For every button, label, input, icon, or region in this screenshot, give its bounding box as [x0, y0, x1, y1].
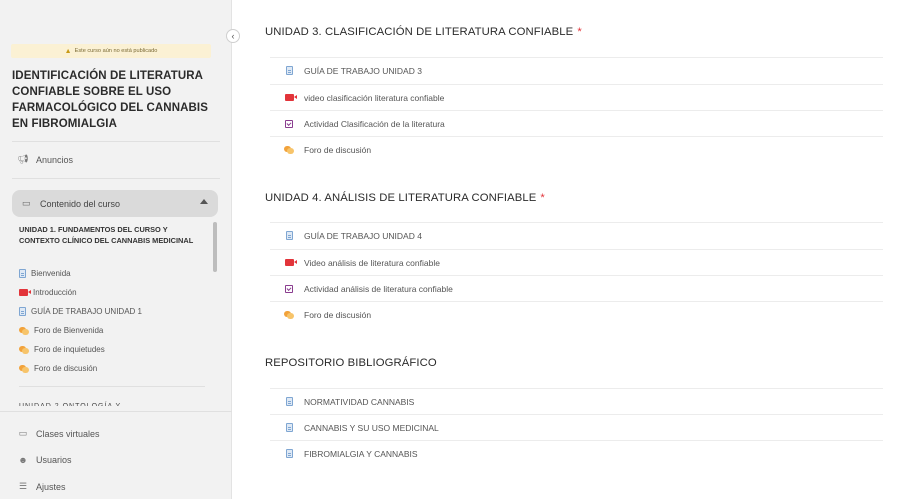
sidebar-subitem-label: GUÍA DE TRABAJO UNIDAD 1 — [31, 307, 142, 316]
repository-title-text: REPOSITORIO BIBLIOGRÁFICO — [265, 357, 437, 369]
list-item[interactable]: Video análisis de literatura confiable — [270, 249, 883, 275]
forum-icon — [19, 345, 29, 354]
list-item-label: GUÍA DE TRABAJO UNIDAD 3 — [304, 65, 422, 76]
document-icon — [285, 231, 293, 240]
activity-icon — [285, 119, 293, 128]
unit3-title-text: UNIDAD 3. CLASIFICACIÓN DE LITERATURA CO… — [265, 26, 574, 38]
forum-icon — [19, 364, 29, 373]
megaphone-icon: 📢︎ — [17, 154, 29, 164]
sliders-icon: ☰ — [18, 481, 28, 491]
unpublished-notice-text: Este curso aún no está publicado — [74, 48, 158, 54]
course-title: IDENTIFICACIÓN DE LITERATURA CONFIABLE S… — [12, 70, 208, 130]
list-item-label: video clasificación literatura confiable — [304, 92, 445, 103]
repository-title: REPOSITORIO BIBLIOGRÁFICO — [265, 357, 437, 369]
required-mark: * — [540, 192, 545, 204]
list-item[interactable]: video clasificación literatura confiable — [270, 84, 883, 110]
activity-icon — [285, 284, 293, 293]
divider — [12, 178, 220, 179]
list-item-label: GUÍA DE TRABAJO UNIDAD 4 — [304, 230, 422, 241]
forum-icon — [284, 145, 294, 154]
sidebar-subitem-bienvenida[interactable]: Bienvenida — [19, 269, 71, 278]
unpublished-notice: ▲ Este curso aún no está publicado — [11, 44, 211, 58]
document-icon — [19, 307, 26, 316]
list-item[interactable]: NORMATIVIDAD CANNABIS — [270, 388, 883, 414]
document-icon — [285, 423, 293, 432]
sidebar-subitem-label: Foro de Bienvenida — [34, 326, 104, 335]
list-item-label: Actividad Clasificación de la literatura — [304, 118, 445, 129]
sidebar-item-label: Ajustes — [36, 481, 66, 492]
required-mark: * — [577, 26, 582, 38]
sidebar-item-course-content[interactable]: ▭ Contenido del curso — [12, 190, 218, 217]
list-item[interactable]: Actividad análisis de literatura confiab… — [270, 275, 883, 301]
list-item[interactable]: Actividad Clasificación de la literatura — [270, 110, 883, 136]
list-item-label: Video análisis de literatura confiable — [304, 257, 440, 268]
list-item-label: CANNABIS Y SU USO MEDICINAL — [304, 422, 439, 433]
list-item-label: NORMATIVIDAD CANNABIS — [304, 396, 415, 407]
unit4-title: UNIDAD 4. ANÁLISIS DE LITERATURA CONFIAB… — [265, 192, 545, 204]
users-icon: ☻ — [18, 455, 28, 465]
list-item[interactable]: Foro de discusión — [270, 301, 883, 327]
video-icon — [19, 289, 31, 296]
document-icon — [285, 397, 293, 406]
unit2-title-partial[interactable]: UNIDAD 2 ONTOLOGÍA Y ... — [19, 401, 133, 406]
sidebar-scrollbar[interactable] — [213, 222, 217, 272]
chat-bubble-icon: ▭ — [22, 198, 31, 208]
sidebar-item-label: Usuarios — [36, 455, 72, 465]
list-item-label: FIBROMIALGIA Y CANNABIS — [304, 448, 418, 459]
list-item[interactable]: Foro de discusión — [270, 136, 883, 162]
sidebar-subitem-label: Bienvenida — [31, 269, 71, 278]
sidebar-subitem-guia-unidad-1[interactable]: GUÍA DE TRABAJO UNIDAD 1 — [19, 307, 142, 316]
divider — [0, 411, 232, 412]
sidebar-subitem-label: Foro de inquietudes — [34, 345, 105, 354]
list-item[interactable]: GUÍA DE TRABAJO UNIDAD 3 — [270, 57, 883, 83]
course-sidebar: ▲ Este curso aún no está publicado IDENT… — [0, 0, 232, 499]
document-icon — [19, 269, 26, 278]
document-icon — [285, 449, 293, 458]
sidebar-subitem-label: Introducción — [33, 288, 77, 297]
sidebar-subitem-label: Foro de discusión — [34, 364, 98, 373]
sidebar-item-label: Anuncios — [36, 154, 74, 165]
sidebar-item-users[interactable]: ☻ Usuarios — [17, 455, 72, 465]
list-item[interactable]: FIBROMIALGIA Y CANNABIS — [270, 440, 883, 466]
document-icon — [285, 66, 293, 75]
sidebar-subitem-foro-bienvenida[interactable]: Foro de Bienvenida — [19, 326, 103, 335]
forum-icon — [19, 326, 29, 335]
divider — [19, 386, 205, 387]
unit4-title-text: UNIDAD 4. ANÁLISIS DE LITERATURA CONFIAB… — [265, 192, 537, 204]
list-item-label: Foro de discusión — [304, 309, 372, 320]
sidebar-item-settings[interactable]: ☰ Ajustes — [17, 481, 66, 492]
video-icon — [284, 259, 297, 266]
sidebar-item-announcements[interactable]: 📢︎ Anuncios — [17, 154, 73, 165]
unit1-title[interactable]: UNIDAD 1. FUNDAMENTOS DEL CURSO Y CONTEX… — [19, 224, 209, 246]
list-item-label: Foro de discusión — [304, 144, 372, 155]
unit3-title: UNIDAD 3. CLASIFICACIÓN DE LITERATURA CO… — [265, 26, 582, 38]
list-item[interactable]: GUÍA DE TRABAJO UNIDAD 4 — [270, 222, 883, 248]
warning-icon: ▲ — [64, 47, 72, 55]
list-item-label: Actividad análisis de literatura confiab… — [304, 283, 453, 294]
sidebar-subitem-introduccion[interactable]: Introducción — [19, 288, 77, 297]
monitor-icon: ▭ — [18, 428, 28, 438]
collapse-sidebar-button[interactable]: ‹ — [226, 29, 240, 43]
list-item[interactable]: CANNABIS Y SU USO MEDICINAL — [270, 414, 883, 440]
video-icon — [284, 94, 297, 101]
sidebar-item-virtual-classes[interactable]: ▭ Clases virtuales — [17, 428, 100, 439]
sidebar-item-label: Clases virtuales — [36, 428, 100, 439]
divider — [12, 141, 220, 142]
forum-icon — [284, 310, 294, 319]
caret-up-icon[interactable] — [200, 199, 208, 204]
sidebar-subitem-foro-discusion[interactable]: Foro de discusión — [19, 364, 97, 373]
sidebar-subitem-foro-inquietudes[interactable]: Foro de inquietudes — [19, 345, 105, 354]
sidebar-item-label: Contenido del curso — [40, 198, 121, 209]
